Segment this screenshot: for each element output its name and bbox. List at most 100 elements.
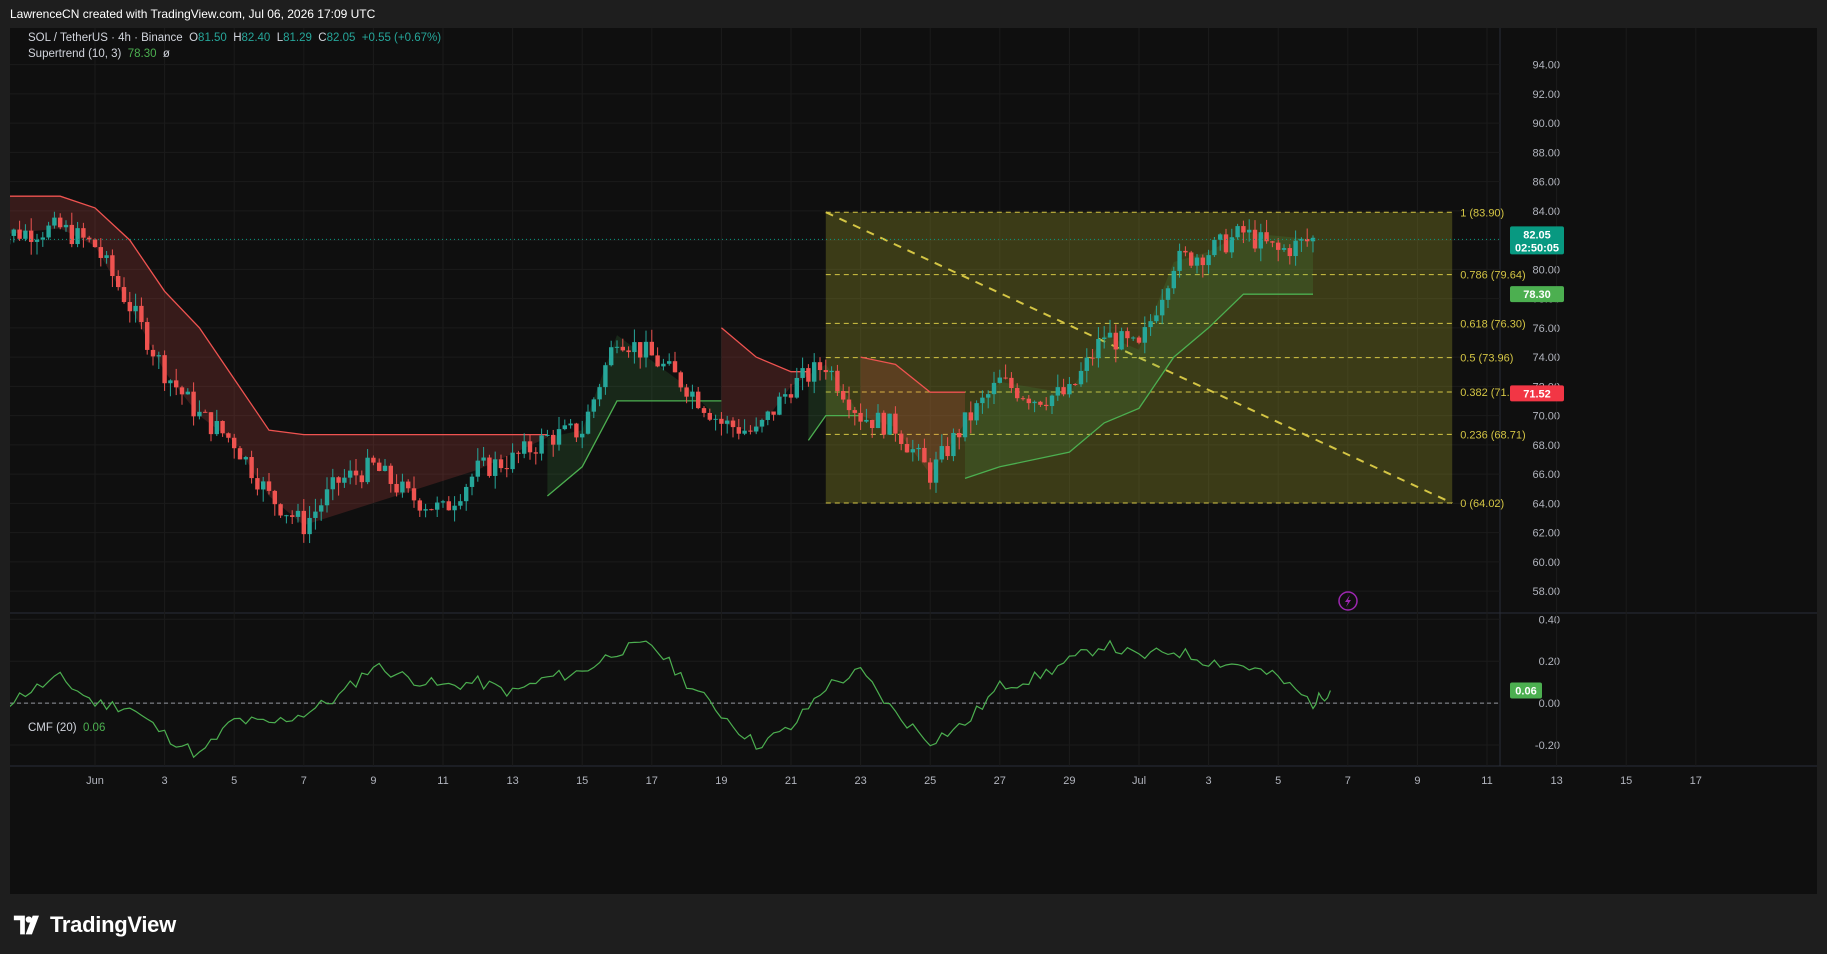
candle-up: [1084, 357, 1089, 371]
candle-up: [794, 377, 799, 398]
candle-down: [266, 481, 272, 491]
candle-down: [1183, 250, 1188, 253]
tradingview-brand[interactable]: TradingView: [12, 912, 176, 938]
supertrend-legend[interactable]: Supertrend (10, 3) 78.30 ø: [28, 48, 170, 60]
cmf-value-badge-text: 0.06: [1515, 686, 1536, 698]
candle-up: [812, 362, 817, 382]
tradingview-logo-icon: [13, 915, 39, 935]
candle-down: [1003, 377, 1008, 379]
candle-up: [980, 397, 985, 404]
candle-up: [1078, 370, 1084, 385]
candle-up: [556, 429, 562, 445]
candle-down: [174, 380, 179, 388]
candle-up: [609, 347, 614, 366]
candle-up: [1049, 395, 1055, 407]
candle-down: [626, 350, 631, 353]
candle-up: [313, 511, 318, 518]
candle-down: [301, 510, 306, 535]
last-price-badge-text: 82.05: [1523, 229, 1551, 241]
chart-area[interactable]: 94.0092.0090.0088.0086.0084.0082.0080.00…: [10, 28, 1817, 894]
candle-down: [336, 477, 341, 483]
candle-up: [1281, 248, 1287, 250]
price-axis-label: 74.00: [1532, 352, 1560, 364]
change-value: +0.55 (+0.67%): [361, 32, 442, 44]
candle-up: [974, 403, 979, 421]
candle-up: [864, 419, 869, 422]
candle-up: [1067, 384, 1072, 395]
price-axis-label: 66.00: [1532, 469, 1560, 481]
candle-up: [348, 470, 353, 478]
candle-down: [249, 457, 254, 479]
candle-down: [237, 448, 243, 460]
candle-down: [696, 391, 701, 409]
candle-down: [1073, 384, 1078, 386]
candle-down: [1270, 241, 1275, 243]
candle-down: [203, 411, 208, 413]
candle-up: [197, 411, 202, 417]
time-axis-label: 19: [715, 775, 727, 787]
candle-down: [870, 419, 875, 429]
supertrend-extra: ø: [162, 48, 170, 60]
cmf-label: CMF (20): [28, 722, 77, 734]
fib-level-label: 1 (83.90): [1460, 207, 1504, 219]
candle-down: [527, 441, 533, 453]
candle-up: [104, 255, 109, 258]
time-axis-label: Jun: [86, 775, 104, 787]
candle-down: [353, 470, 359, 476]
time-axis-label: 3: [1206, 775, 1212, 787]
open-label: O: [189, 32, 199, 44]
time-axis-label: 3: [162, 775, 168, 787]
candle-down: [736, 427, 741, 434]
high-label: H: [233, 32, 242, 44]
candle-up: [614, 346, 620, 348]
chart-canvas[interactable]: 94.0092.0090.0088.0086.0084.0082.0080.00…: [10, 28, 1817, 894]
candle-up: [330, 477, 335, 490]
candle-down: [945, 446, 950, 457]
candle-up: [469, 476, 475, 487]
candle-up: [440, 501, 446, 503]
attribution-bar: LawrenceCN created with TradingView.com,…: [0, 0, 1827, 28]
candle-down: [1125, 331, 1130, 339]
time-axis-label: 21: [785, 775, 797, 787]
candle-down: [533, 452, 538, 454]
candle-up: [133, 305, 138, 312]
candle-up: [458, 501, 463, 506]
cmf-value: 0.06: [82, 722, 106, 734]
candle-up: [986, 394, 991, 398]
candle-down: [429, 509, 434, 511]
price-axis-label: 76.00: [1532, 323, 1560, 335]
candle-down: [92, 239, 98, 248]
candle-up: [887, 413, 892, 435]
time-axis-label: 7: [301, 775, 307, 787]
candle-down: [145, 322, 150, 350]
candle-down: [1009, 377, 1014, 389]
price-axis-label: 58.00: [1532, 586, 1560, 598]
candle-up: [52, 217, 57, 226]
candle-up: [34, 239, 40, 242]
candle-up: [1212, 239, 1217, 256]
candle-up: [667, 361, 672, 364]
candle-up: [754, 426, 759, 432]
fib-level-label: 0.5 (73.96): [1460, 353, 1513, 365]
candle-down: [1038, 401, 1043, 405]
time-axis-label: 13: [1550, 775, 1562, 787]
price-axis-label: 84.00: [1532, 206, 1560, 218]
candle-down: [1223, 234, 1229, 253]
candle-down: [516, 452, 521, 454]
candle-up: [545, 434, 550, 436]
price-axis-label: 64.00: [1532, 498, 1560, 510]
candle-down: [806, 368, 811, 382]
candle-down: [1136, 337, 1142, 343]
candle-up: [643, 341, 649, 358]
candle-down: [371, 457, 376, 463]
candle-up: [725, 420, 730, 424]
candle-down: [817, 362, 823, 371]
candle-down: [1200, 257, 1205, 266]
candle-down: [968, 412, 973, 421]
symbol-name[interactable]: SOL / TetherUS · 4h · Binance: [28, 32, 183, 44]
time-axis-label: 5: [1275, 775, 1281, 787]
cmf-legend[interactable]: CMF (20) 0.06: [28, 722, 105, 734]
candle-up: [777, 396, 782, 415]
candle-up: [916, 447, 921, 450]
time-axis-label: 17: [1690, 775, 1702, 787]
